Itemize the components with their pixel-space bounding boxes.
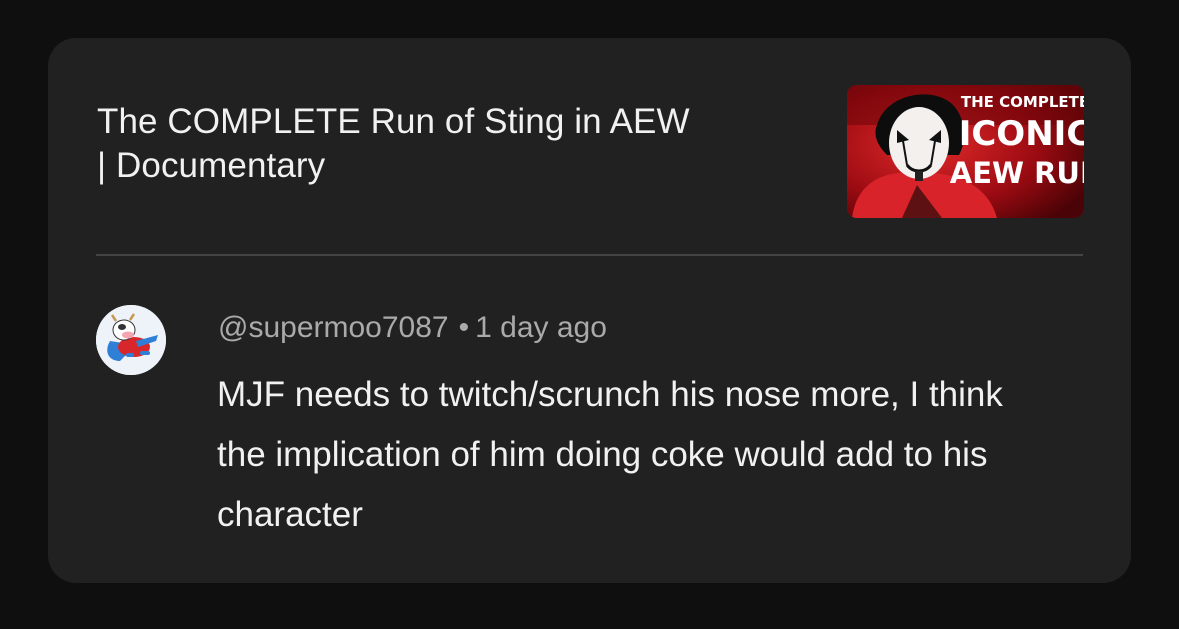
thumbnail-image: THE COMPLETE ICONIC AEW RUN	[847, 85, 1084, 218]
thumbnail-text-line3: AEW RUN	[950, 156, 1084, 190]
video-title-line1: The COMPLETE Run of Sting in AEW	[97, 102, 690, 141]
section-divider	[96, 254, 1083, 256]
thumbnail-text-line2: ICONIC	[959, 114, 1084, 154]
meta-separator: •	[458, 311, 470, 344]
thumbnail-text-line1: THE COMPLETE	[961, 93, 1084, 111]
comment-author-handle[interactable]: @supermoo7087	[218, 311, 449, 344]
commenter-avatar[interactable]	[96, 305, 166, 375]
comment-card: The COMPLETE Run of Sting in AEW | Docum…	[48, 38, 1131, 583]
cartoon-cow-avatar-icon	[96, 305, 166, 375]
comment-meta: @supermoo7087 • 1 day ago	[218, 308, 607, 348]
video-thumbnail[interactable]: THE COMPLETE ICONIC AEW RUN	[847, 85, 1084, 218]
video-title-link[interactable]: The COMPLETE Run of Sting in AEW | Docum…	[97, 100, 817, 188]
video-title-line2: | Documentary	[97, 146, 326, 185]
comment-timestamp[interactable]: 1 day ago	[475, 311, 607, 344]
comment-body: MJF needs to twitch/scrunch his nose mor…	[217, 375, 1003, 534]
